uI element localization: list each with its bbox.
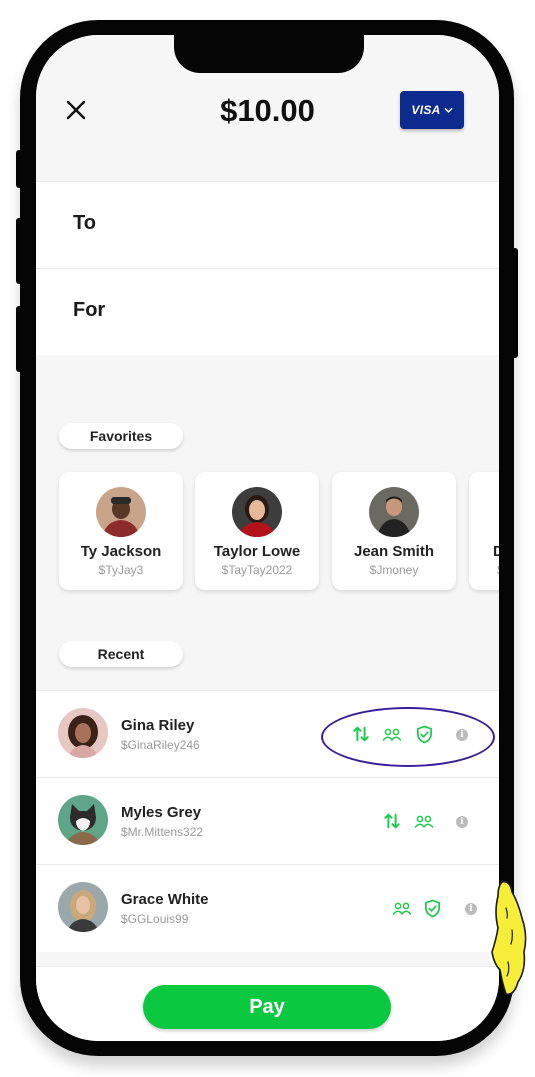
transfer-icon xyxy=(384,813,400,829)
favorite-handle: $Jmoney xyxy=(369,563,419,577)
info-icon[interactable]: i xyxy=(456,816,468,828)
recent-name: Gina Riley xyxy=(121,717,195,734)
yellow-scribble-annotation xyxy=(491,880,527,996)
payment-card-selector[interactable]: VISA xyxy=(400,91,464,129)
info-icon[interactable]: i xyxy=(456,729,468,741)
favorite-contact-card[interactable]: D $ xyxy=(469,472,499,590)
favorite-contact-card[interactable]: Ty Jackson $TyJay3 xyxy=(59,472,183,590)
recent-handle: $GGLouis99 xyxy=(121,912,189,926)
favorite-contact-card[interactable]: Taylor Lowe $TayTay2022 xyxy=(195,472,319,590)
visa-logo: VISA xyxy=(411,103,441,117)
to-field[interactable]: To xyxy=(36,181,499,268)
pay-button[interactable]: Pay xyxy=(143,985,391,1029)
recent-handle: $GinaRiley246 xyxy=(121,738,200,752)
recent-name: Myles Grey xyxy=(121,804,202,821)
recent-contact-row[interactable]: Gina Riley $GinaRiley246 i xyxy=(36,690,499,778)
group-icon xyxy=(382,728,402,741)
favorite-name: Jean Smith xyxy=(353,543,435,560)
avatar xyxy=(232,487,282,537)
app-screen: $10.00 VISA To For Favorites Ty Jackson … xyxy=(36,35,499,1041)
shield-check-icon xyxy=(417,725,432,744)
favorite-name: Taylor Lowe xyxy=(213,543,301,560)
favorites-section-label: Favorites xyxy=(59,423,183,449)
recent-contact-row[interactable]: Grace White $GGLouis99 i xyxy=(36,864,499,952)
recent-handle: $Mr.Mittens322 xyxy=(121,825,204,839)
avatar xyxy=(58,882,108,932)
chevron-down-icon xyxy=(444,107,452,113)
for-label: For xyxy=(73,299,106,321)
avatar xyxy=(58,708,108,758)
recent-section-label: Recent xyxy=(59,641,183,667)
avatar xyxy=(58,795,108,845)
shield-check-icon xyxy=(425,899,440,918)
transfer-icon xyxy=(353,726,369,742)
group-icon xyxy=(392,902,412,915)
info-icon[interactable]: i xyxy=(465,903,477,915)
favorite-handle: $ xyxy=(469,563,499,577)
recent-name: Grace White xyxy=(121,891,209,908)
favorite-handle: $TyJay3 xyxy=(98,563,144,577)
avatar xyxy=(96,487,146,537)
for-field[interactable]: For xyxy=(36,268,499,355)
favorite-name: Ty Jackson xyxy=(80,543,162,560)
notch xyxy=(174,35,364,73)
phone-frame: $10.00 VISA To For Favorites Ty Jackson … xyxy=(20,20,514,1056)
favorite-contact-card[interactable]: Jean Smith $Jmoney xyxy=(332,472,456,590)
group-icon xyxy=(414,815,434,828)
to-label: To xyxy=(73,212,96,234)
favorite-name: D xyxy=(493,543,499,560)
favorite-handle: $TayTay2022 xyxy=(221,563,293,577)
avatar xyxy=(369,487,419,537)
recent-contact-row[interactable]: Myles Grey $Mr.Mittens322 i xyxy=(36,777,499,865)
